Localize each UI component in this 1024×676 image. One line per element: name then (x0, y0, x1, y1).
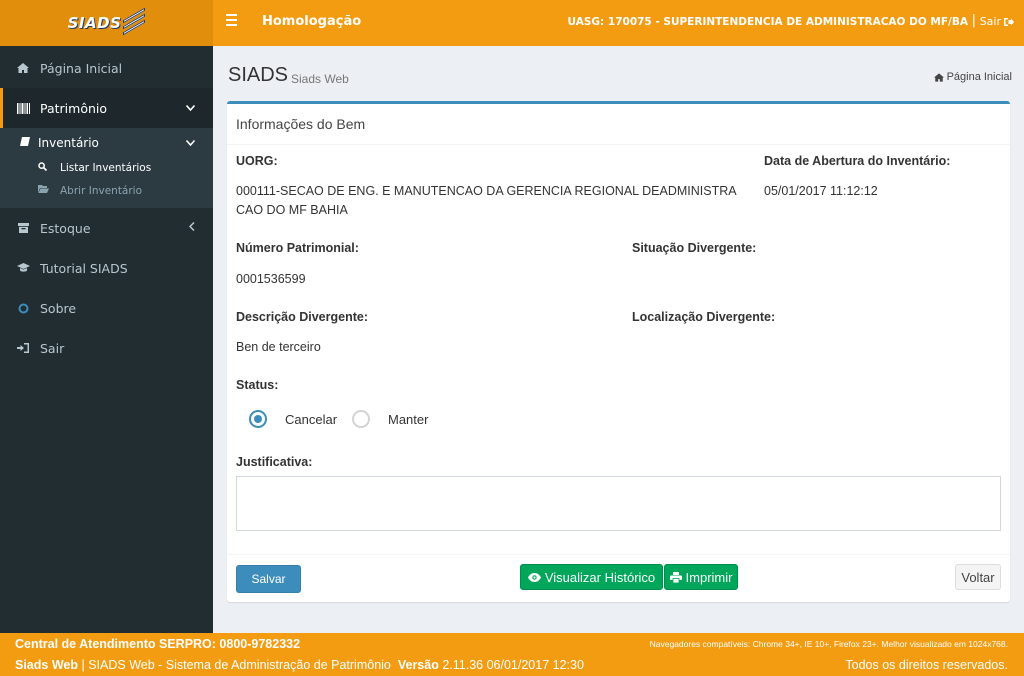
data-abertura-label: Data de Abertura do Inventário: (764, 154, 951, 168)
footer-separator: | (81, 658, 85, 672)
logo-text: SIADS (67, 14, 122, 32)
chevron-down-icon (185, 138, 196, 149)
sidebar-item-label: Patrimônio (40, 100, 108, 116)
visualizar-historico-button[interactable]: Visualizar Histórico (520, 564, 663, 590)
header-separator: | (971, 13, 976, 28)
info-bem-box: Informações do Bem UORG: 000111-SECAO DE… (227, 101, 1010, 602)
page-title: SIADS (228, 64, 289, 86)
search-icon (38, 161, 50, 174)
divider (227, 144, 1010, 145)
navegadores-compativeis: Navegadores compatíveis: Chrome 34+, IE … (649, 639, 1008, 649)
situacao-divergente-label: Situação Divergente: (632, 241, 757, 255)
sidebar-item-inventario[interactable]: Inventário (0, 130, 213, 156)
voltar-button[interactable]: Voltar (955, 564, 1001, 590)
radio-label-cancelar: Cancelar (285, 411, 338, 427)
chevron-down-icon (185, 103, 196, 114)
sidebar-item-listar-inventarios[interactable]: Listar Inventários (0, 156, 213, 179)
footer-app-info: Siads Web | SIADS Web - Sistema de Admin… (15, 658, 584, 672)
eye-icon (527, 572, 541, 582)
graduation-cap-icon (16, 263, 30, 273)
sidebar-item-label: Listar Inventários (60, 161, 152, 174)
book-icon (20, 137, 32, 149)
salvar-button[interactable]: Salvar (236, 565, 301, 593)
footer-versao-label: Versão (397, 658, 439, 672)
numero-patrimonial-value: 0001536599 (236, 272, 306, 286)
status-radio-manter[interactable]: Manter (352, 410, 428, 428)
imprimir-button[interactable]: Imprimir (664, 564, 738, 590)
logout-label: Sair (979, 15, 1001, 28)
visualizar-historico-label: Visualizar Histórico (544, 569, 656, 585)
justificativa-label: Justificativa: (236, 455, 313, 469)
divider (227, 554, 1010, 555)
status-radio-cancelar[interactable]: Cancelar (249, 410, 337, 428)
uorg-value-line1: 000111-SECAO DE ENG. E MANUTENCAO DA GER… (236, 184, 737, 198)
sidebar-item-label: Sair (40, 340, 65, 356)
salvar-button-label: Salvar (251, 572, 286, 586)
sidebar-item-label: Tutorial SIADS (40, 260, 128, 276)
uorg-label: UORG: (236, 154, 278, 168)
footer-app-name: Siads Web (15, 658, 78, 672)
sidebar-item-sair[interactable]: Sair (0, 328, 213, 368)
descricao-divergente-value: Ben de terceiro (236, 340, 321, 354)
sidebar-item-pagina-inicial[interactable]: Página Inicial (0, 48, 213, 88)
radio-label-manter: Manter (388, 411, 429, 427)
central-atendimento: Central de Atendimento SERPRO: 0800-9782… (15, 637, 301, 651)
siads-logo[interactable]: SIADS (0, 0, 213, 46)
sidebar-item-abrir-inventario[interactable]: Abrir Inventário (0, 179, 213, 202)
top-header: SIADS Homologação UASG: 170075 - SUPERIN… (0, 0, 1024, 46)
radio-unchecked-icon[interactable] (352, 410, 370, 428)
environment-label: Homologação (262, 14, 362, 29)
justificativa-textarea[interactable] (236, 476, 1001, 531)
uorg-value-line2: CAO DO MF BAHIA (236, 203, 348, 217)
breadcrumb[interactable]: Página Inicial (933, 71, 1012, 83)
footer-versao-value: 2.11.36 06/01/2017 12:30 (442, 658, 584, 672)
circle-icon (16, 303, 30, 314)
sidebar-item-label: Inventário (38, 136, 99, 150)
home-icon (16, 63, 30, 73)
sidebar-item-label: Estoque (40, 220, 91, 236)
page-footer: Central de Atendimento SERPRO: 0800-9782… (0, 633, 1024, 676)
menu-toggle-icon[interactable] (226, 14, 238, 28)
logout-link[interactable]: Sair (980, 15, 1014, 28)
box-title: Informações do Bem (236, 116, 366, 132)
sidebar-item-tutorial[interactable]: Tutorial SIADS (0, 248, 213, 288)
data-abertura-value: 05/01/2017 11:12:12 (764, 184, 878, 198)
descricao-divergente-label: Descrição Divergente: (236, 310, 369, 324)
sidebar-item-patrimonio[interactable]: Patrimônio (0, 88, 213, 128)
page-subtitle: Siads Web (291, 72, 349, 86)
radio-checked-icon[interactable] (249, 410, 267, 428)
numero-patrimonial-label: Número Patrimonial: (236, 241, 359, 255)
print-icon (669, 571, 682, 583)
uasg-label: UASG: 170075 - SUPERINTENDENCIA DE ADMIN… (567, 16, 968, 28)
footer-rights: Todos os direitos reservados. (845, 658, 1008, 672)
imprimir-label: Imprimir (685, 569, 733, 585)
sidebar-item-label: Sobre (40, 300, 77, 316)
sidebar-item-estoque[interactable]: Estoque (0, 208, 213, 248)
box-icon (16, 223, 30, 233)
sidebar-item-label: Abrir Inventário (60, 184, 143, 197)
folder-open-icon (38, 185, 50, 196)
home-icon (933, 72, 944, 82)
sign-in-icon (16, 343, 30, 353)
barcode-icon (16, 102, 30, 114)
logo-mark-icon (123, 7, 146, 36)
voltar-label: Voltar (961, 569, 995, 585)
localizacao-divergente-label: Localização Divergente: (632, 310, 776, 324)
content-header: SIADS Siads Web Página Inicial (228, 64, 1012, 92)
sidebar-item-sobre[interactable]: Sobre (0, 288, 213, 328)
chevron-left-icon (188, 221, 195, 234)
patrimonio-submenu: Inventário Listar Inventários Abrir Inve… (0, 128, 213, 208)
sign-out-icon (1004, 17, 1014, 26)
footer-app-desc: SIADS Web - Sistema de Administração de … (88, 658, 391, 672)
status-label: Status: (236, 378, 279, 392)
sidebar-item-label: Página Inicial (40, 60, 123, 76)
sidebar: Página Inicial Patrimônio Inventário Lis… (0, 46, 213, 633)
breadcrumb-home-link[interactable]: Página Inicial (947, 71, 1012, 83)
